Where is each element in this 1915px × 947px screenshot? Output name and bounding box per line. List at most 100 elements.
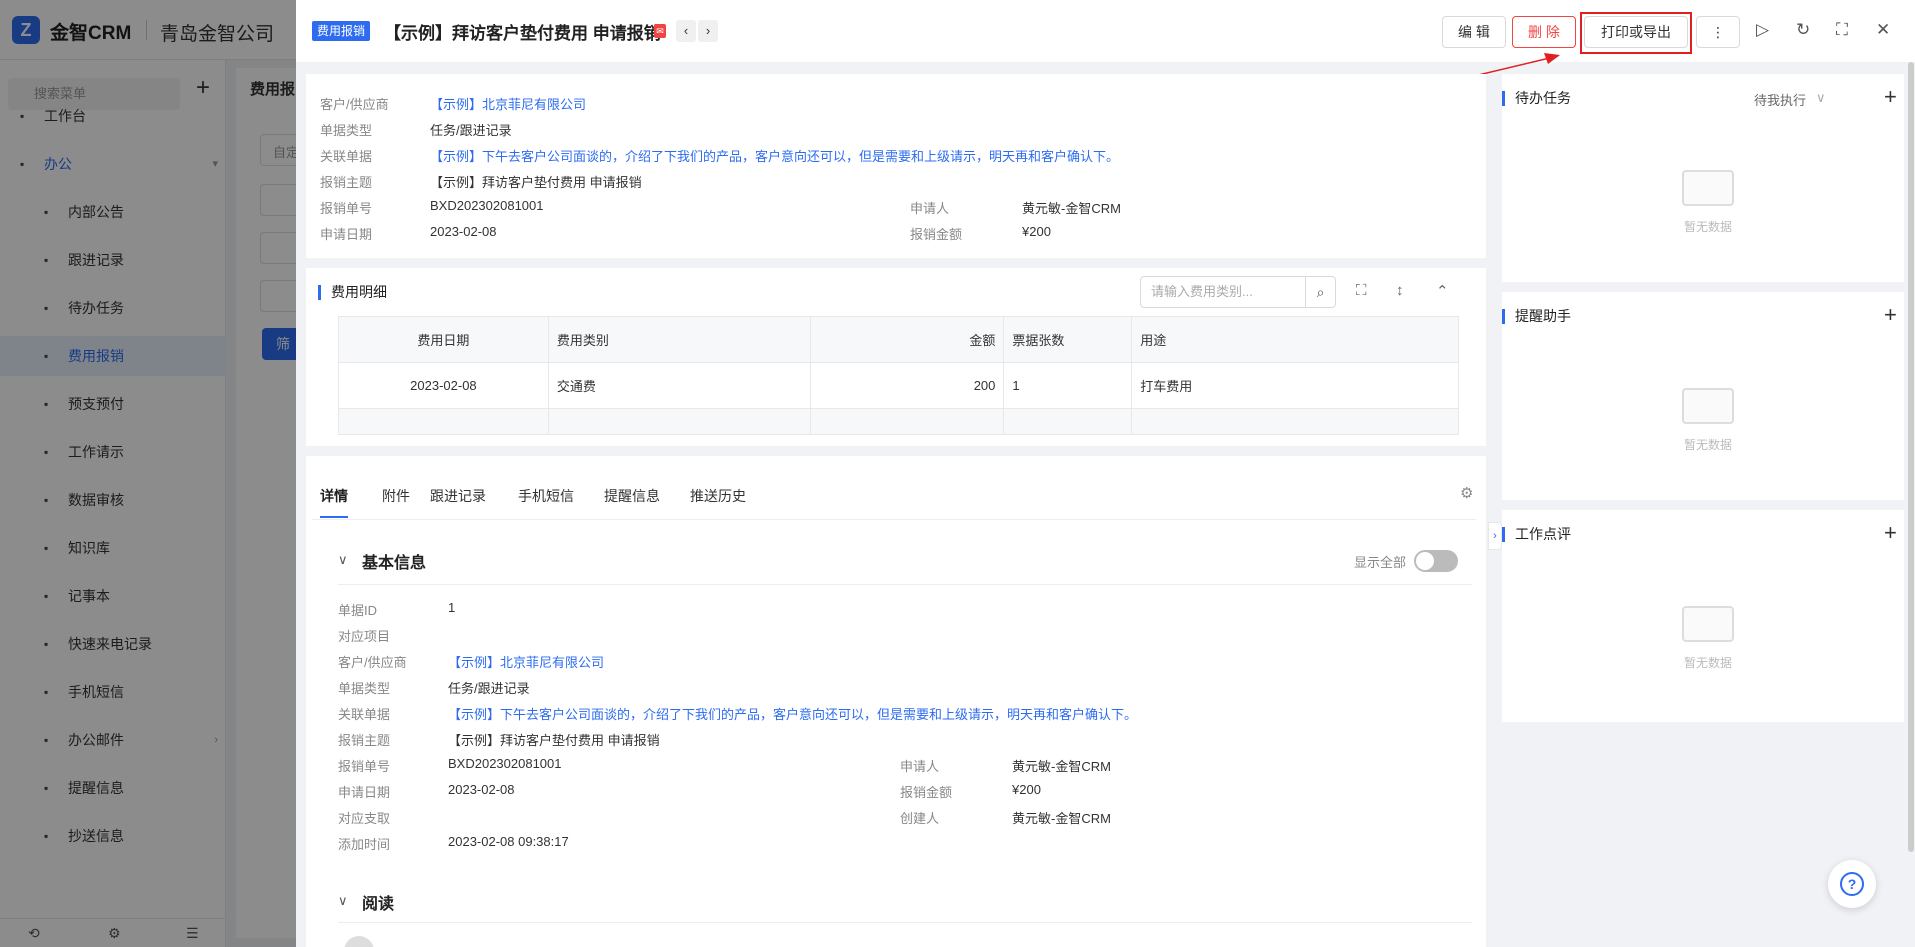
field-label: 报销单号	[320, 201, 373, 216]
next-record-button[interactable]: ›	[698, 20, 718, 42]
field-label: 报销主题	[338, 733, 391, 748]
divider	[338, 922, 1472, 923]
field-value: 任务/跟进记录	[430, 123, 512, 138]
field-label: 申请人	[900, 759, 940, 774]
field-value: BXD202302081001	[430, 198, 544, 213]
message-badge-icon[interactable]: ✉	[654, 24, 666, 38]
field-value: ¥200	[1022, 224, 1051, 239]
todo-filter-select[interactable]: 待我执行	[1754, 90, 1806, 109]
settings-icon[interactable]: ⚙	[1460, 484, 1473, 502]
expense-table: 费用日期 费用类别 金额 票据张数 用途 2023-02-08 交通费 200 1 打车费用	[338, 316, 1459, 435]
search-icon[interactable]: ⌕	[1306, 276, 1336, 308]
tab-divider	[312, 519, 1476, 520]
field-label: 单据类型	[320, 123, 373, 138]
edit-button[interactable]: 编 辑	[1442, 16, 1506, 48]
play-icon[interactable]: ▷	[1756, 20, 1769, 40]
active-tab-indicator	[320, 516, 348, 518]
add-icon[interactable]: +	[1884, 84, 1897, 110]
add-icon[interactable]: +	[1884, 302, 1897, 328]
field-value: ¥200	[1012, 782, 1041, 797]
field-label: 对应支取	[338, 811, 391, 826]
chevron-down-icon[interactable]: ∨	[338, 552, 348, 568]
detail-card	[306, 456, 1486, 947]
field-label: 创建人	[900, 811, 940, 826]
table-cell	[547, 408, 811, 435]
field-label: 报销金额	[910, 227, 963, 242]
read-section-title: 阅读	[362, 896, 395, 913]
tab-item[interactable]: 手机短信	[518, 486, 574, 506]
expand-icon[interactable]: ⛶	[1356, 282, 1367, 299]
field-value: BXD202302081001	[448, 756, 562, 771]
table-cell	[809, 408, 1005, 435]
field-value[interactable]: 【示例】下午去客户公司面谈的，介绍了下我们的产品，客户意向还可以，但是需要和上级…	[448, 704, 1137, 723]
close-icon[interactable]: ✕	[1876, 20, 1890, 40]
summary-card: 客户/供应商 【示例】北京菲尼有限公司 单据类型 任务/跟进记录 关联单据 【示例】下午去…	[306, 74, 1486, 258]
detail-drawer: 费用报销 【示例】拜访客户垫付费用 申请报销 ✉ ‹ › 编 辑 删 除 打印或…	[296, 0, 1915, 947]
scrollbar[interactable]	[1908, 62, 1914, 852]
column-header[interactable]: 费用日期	[338, 316, 549, 363]
show-all-label: 显示全部	[1354, 555, 1407, 570]
field-value: 2023-02-08	[448, 782, 515, 797]
tab-item[interactable]: 跟进记录	[430, 486, 486, 506]
tab-item[interactable]: 推送历史	[690, 486, 746, 506]
reminder-panel: 提醒助手 + 暂无数据	[1502, 292, 1904, 500]
table-row[interactable]: 2023-02-08 交通费 200 1 打车费用	[338, 362, 1459, 409]
column-header[interactable]: 费用类别	[547, 316, 811, 363]
sort-icon[interactable]: ↕	[1396, 282, 1404, 299]
column-header[interactable]: 金额	[809, 316, 1005, 363]
field-value: 黄元敏-金智CRM	[1012, 811, 1111, 826]
field-label: 申请日期	[320, 227, 373, 242]
table-cell: 200	[809, 362, 1005, 409]
field-label: 单据ID	[338, 603, 378, 618]
tab-detail[interactable]: 详情	[320, 486, 348, 506]
basic-info-title: 基本信息	[362, 555, 427, 572]
table-cell: 1	[1003, 362, 1133, 409]
help-button[interactable]: ?	[1828, 860, 1876, 908]
field-value[interactable]: 【示例】下午去客户公司面谈的，介绍了下我们的产品，客户意向还可以，但是需要和上级…	[430, 146, 1119, 165]
field-value: 黄元敏-金智CRM	[1012, 759, 1111, 774]
tab-item[interactable]: 附件	[382, 486, 410, 506]
field-label: 报销主题	[320, 175, 373, 190]
field-label: 单据类型	[338, 681, 391, 696]
field-value: 黄元敏-金智CRM	[1022, 201, 1121, 216]
refresh-icon[interactable]: ↻	[1796, 20, 1810, 40]
field-value[interactable]: 【示例】北京菲尼有限公司	[448, 652, 604, 671]
table-cell: 打车费用	[1131, 362, 1459, 409]
add-icon[interactable]: +	[1884, 520, 1897, 546]
collapse-panel-button[interactable]: ›	[1488, 522, 1502, 550]
field-label: 报销金额	[900, 785, 953, 800]
table-cell: 2023-02-08	[338, 362, 549, 409]
review-panel: 工作点评 + 暂无数据	[1502, 510, 1904, 722]
field-value: 【示例】拜访客户垫付费用 申请报销	[430, 175, 642, 190]
empty-text: 暂无数据	[1684, 656, 1733, 670]
tab-item[interactable]: 提醒信息	[604, 486, 660, 506]
expense-search-input[interactable]: 请输入费用类别...	[1140, 276, 1306, 308]
prev-record-button[interactable]: ‹	[676, 20, 696, 42]
chevron-down-icon[interactable]: ∨	[338, 893, 348, 909]
field-value: 2023-02-08	[430, 224, 497, 239]
todo-title: 待办任务	[1502, 91, 1571, 106]
field-label: 申请日期	[338, 785, 391, 800]
empty-box-icon	[1682, 606, 1734, 642]
divider	[338, 584, 1472, 585]
table-cell: 交通费	[547, 362, 811, 409]
table-cell	[1131, 408, 1459, 435]
field-value: 1	[448, 600, 456, 615]
field-label: 关联单据	[338, 707, 391, 722]
column-header[interactable]: 票据张数	[1003, 316, 1133, 363]
field-label: 报销单号	[338, 759, 391, 774]
expense-section-title: 费用明细	[318, 285, 387, 300]
question-icon: ?	[1840, 872, 1864, 896]
delete-button[interactable]: 删 除	[1512, 16, 1576, 48]
field-value: 【示例】拜访客户垫付费用 申请报销	[448, 733, 660, 748]
field-value[interactable]: 【示例】北京菲尼有限公司	[430, 94, 586, 113]
field-label: 关联单据	[320, 149, 373, 164]
field-label: 客户/供应商	[338, 655, 407, 670]
chevron-up-icon[interactable]: ⌃	[1436, 282, 1449, 300]
show-all-toggle[interactable]	[1414, 550, 1458, 572]
field-label: 申请人	[910, 201, 950, 216]
column-header[interactable]: 用途	[1131, 316, 1459, 363]
chevron-down-icon[interactable]: ∨	[1816, 90, 1826, 106]
more-button[interactable]: ⋮	[1696, 16, 1740, 48]
fullscreen-icon[interactable]: ⛶	[1836, 20, 1848, 40]
